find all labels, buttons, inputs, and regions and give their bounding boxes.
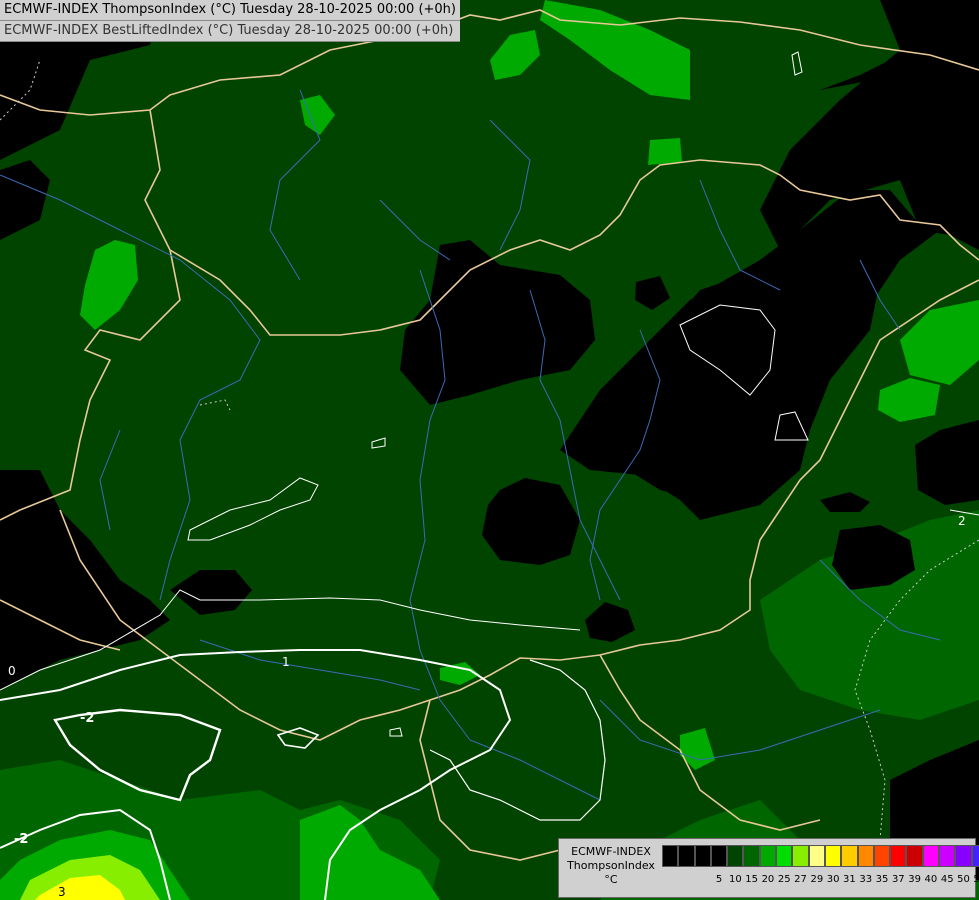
contour-label-3: 3 [58,885,66,899]
legend-value-labels: 51015202527293031333537394045505560 [711,874,979,886]
map-header: ECMWF-INDEX ThompsonIndex (°C) Tuesday 2… [0,0,460,42]
legend-value-label: 10 [728,874,742,885]
legend-value-label: 31 [843,874,856,885]
legend-value-label: 37 [891,874,905,885]
legend-title-index: ThompsonIndex [567,859,655,872]
legend-color-box [890,845,907,867]
legend-value-label: 20 [761,874,775,885]
legend-color-box [759,845,777,867]
legend-title-model: ECMWF-INDEX [571,845,651,858]
legend-value-label: 27 [794,874,807,885]
legend-color-box [922,845,940,867]
legend-color-box [939,845,956,867]
header-title-lifted: ECMWF-INDEX BestLiftedIndex (°C) Tuesday… [0,21,460,42]
legend-color-box [841,845,858,867]
legend-value-label: 45 [940,874,954,885]
legend-color-box [694,845,711,867]
legend-color-box [743,845,760,867]
legend-color-box [824,845,842,867]
legend-value-label: 50 [957,874,970,885]
legend-value-label: 15 [745,874,758,885]
legend-color-box [710,845,728,867]
contour-label-0: 0 [8,664,16,678]
legend-value-label: 25 [777,874,791,885]
contour-label-neg2-a: -2 [80,711,94,726]
legend-color-box [808,845,825,867]
weather-map[interactable]: 0 1 -2 -2 3 2 [0,0,979,900]
legend-color-box [906,845,923,867]
contour-label-neg2-b: -2 [14,832,28,847]
legend-color-box [662,845,679,867]
light-green-patch-ne [648,138,682,165]
color-legend: ECMWF-INDEX ThompsonIndex °C 5 10 15 20 25 27… [558,838,979,898]
contour-label-2: 2 [958,514,966,528]
legend-color-box [678,845,695,867]
legend-value-label: 29 [810,874,824,885]
legend-value-label: 40 [924,874,938,885]
legend-value-label: 30 [826,874,840,885]
legend-color-box [873,845,891,867]
legend-value-label: 39 [908,874,921,885]
legend-color-box [971,845,979,867]
legend-title-unit: °C [604,873,618,886]
legend-title: ECMWF-INDEX ThompsonIndex °C [563,845,659,887]
header-title-thompson: ECMWF-INDEX ThompsonIndex (°C) Tuesday 2… [0,0,460,21]
legend-color-box [727,845,744,867]
legend-color-scale [662,845,979,867]
legend-color-box [776,845,793,867]
contour-label-1: 1 [282,655,290,669]
legend-color-box [857,845,874,867]
legend-value-label: 33 [859,874,873,885]
legend-value-label: 5 [715,874,723,885]
legend-color-box [955,845,972,867]
legend-value-label: 35 [875,874,889,885]
legend-value-label: 55 [973,874,979,885]
legend-color-box [792,845,809,867]
